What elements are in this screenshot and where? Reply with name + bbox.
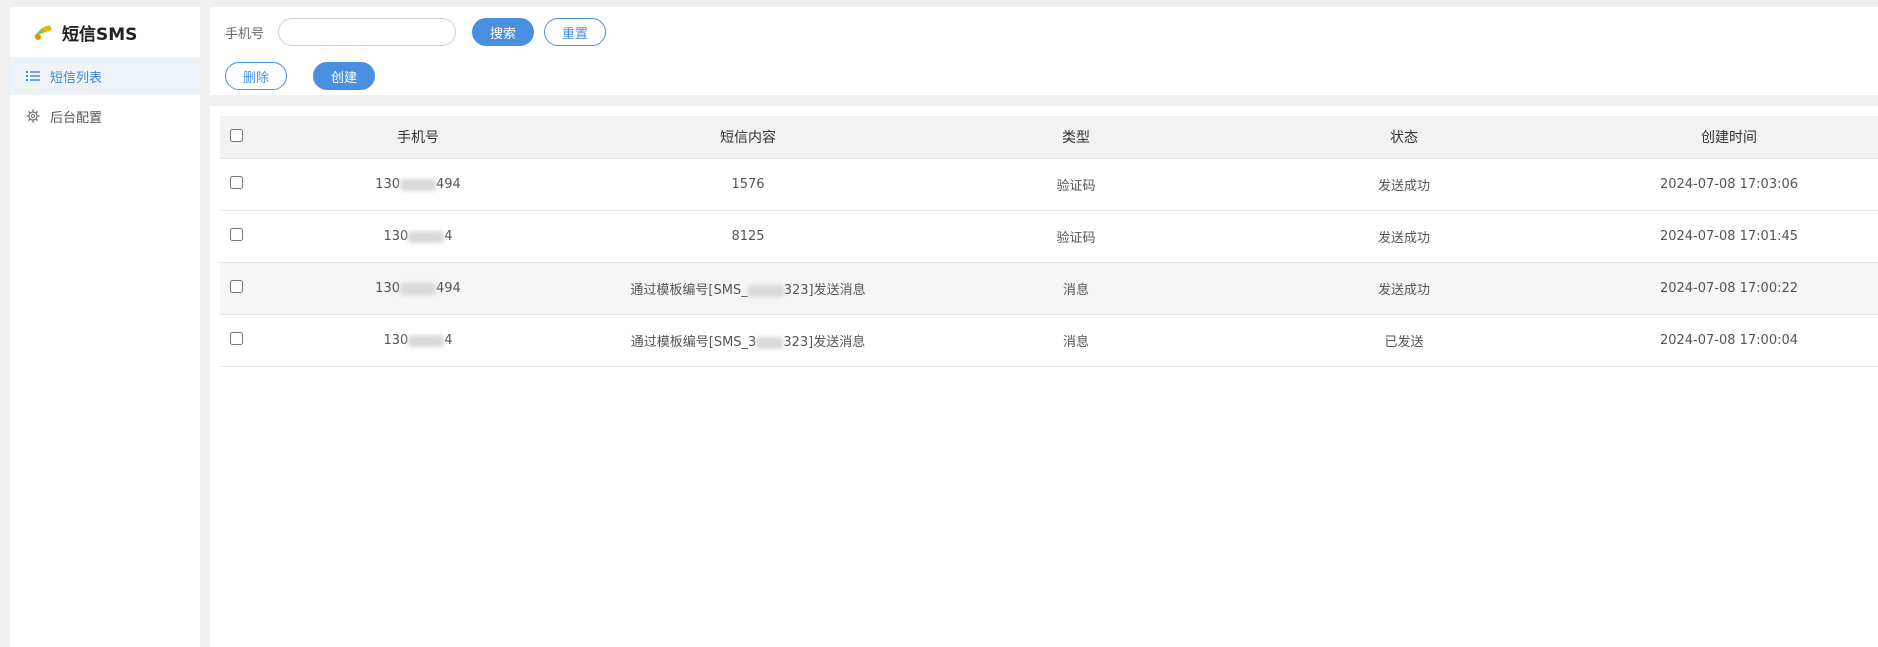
created-cell: 2024-07-08 17:00:22: [1568, 262, 1878, 315]
brand-title: 短信SMS: [62, 24, 138, 45]
gear-icon: [24, 107, 42, 125]
created-cell: 2024-07-08 17:01:45: [1568, 210, 1878, 263]
row-checkbox[interactable]: [229, 176, 243, 189]
content-cell: 8125: [584, 210, 912, 263]
row-checkbox[interactable]: [229, 332, 243, 345]
table-row[interactable]: 130 4 通过模板编号[SMS_3 323]发送消息 消息 已发送 2024-07…: [220, 314, 1878, 367]
sidebar-item-label: 短信列表: [50, 70, 103, 86]
type-cell: 验证码: [912, 210, 1240, 263]
redacted-segment: [408, 334, 445, 347]
content-cell: 1576: [584, 158, 912, 211]
create-button[interactable]: 创建: [313, 62, 375, 90]
type-cell: 验证码: [912, 158, 1240, 211]
redacted-segment: [400, 178, 436, 191]
table-header-row: 手机号 短信内容 类型 状态 创建时间: [220, 116, 1878, 159]
search-button[interactable]: 搜索: [472, 18, 535, 46]
phone-search-label: 手机号: [225, 26, 265, 42]
content-cell: 通过模板编号[SMS_ 323]发送消息: [584, 262, 912, 315]
phone-search-input[interactable]: [278, 18, 457, 46]
list-icon: [24, 67, 42, 85]
redacted-segment: [400, 282, 436, 295]
type-cell: 消息: [912, 314, 1240, 367]
phone-cell: 130 494: [252, 158, 584, 211]
row-checkbox[interactable]: [229, 228, 243, 241]
sidebar-item-backend-config[interactable]: 后台配置: [10, 97, 200, 135]
row-select-cell: [220, 262, 252, 315]
reset-button[interactable]: 重置: [544, 18, 607, 46]
select-all-cell: [220, 116, 252, 159]
created-cell: 2024-07-08 17:03:06: [1568, 158, 1878, 211]
phone-cell: 130 4: [252, 314, 584, 367]
action-row: 删除 创建: [225, 62, 375, 90]
status-cell: 发送成功: [1240, 210, 1568, 263]
sidebar: 短信SMS 短信列表 后台配置: [10, 7, 200, 647]
brand: 短信SMS: [10, 7, 200, 57]
status-cell: 发送成功: [1240, 262, 1568, 315]
table-row[interactable]: 130 4 8125 验证码 发送成功 2024-07-08 17:01:45: [220, 210, 1878, 263]
row-select-cell: [220, 314, 252, 367]
redacted-segment: [747, 284, 784, 297]
bird-logo-icon: [32, 20, 56, 44]
type-cell: 消息: [912, 262, 1240, 315]
search-row: 手机号 搜索 重置: [225, 17, 607, 47]
column-header-phone[interactable]: 手机号: [252, 116, 584, 159]
redacted-segment: [408, 230, 445, 243]
select-all-checkbox[interactable]: [229, 128, 243, 142]
phone-cell: 130 494: [252, 262, 584, 315]
phone-cell: 130 4: [252, 210, 584, 263]
column-header-status[interactable]: 状态: [1240, 116, 1568, 159]
column-header-content[interactable]: 短信内容: [584, 116, 912, 159]
column-header-created[interactable]: 创建时间: [1568, 116, 1878, 159]
sms-table: 手机号 短信内容 类型 状态 创建时间 130 494 1576 验证码 发送成功…: [220, 116, 1878, 367]
row-checkbox[interactable]: [229, 280, 243, 293]
column-header-type[interactable]: 类型: [912, 116, 1240, 159]
row-select-cell: [220, 158, 252, 211]
redacted-segment: [756, 336, 784, 349]
row-select-cell: [220, 210, 252, 263]
table-row[interactable]: 130 494 通过模板编号[SMS_ 323]发送消息 消息 发送成功 2024-…: [220, 262, 1878, 315]
delete-button[interactable]: 删除: [225, 62, 287, 90]
sidebar-item-label: 后台配置: [50, 110, 103, 126]
toolbar: 手机号 搜索 重置 删除 创建: [210, 7, 1878, 95]
content-cell: 通过模板编号[SMS_3 323]发送消息: [584, 314, 912, 367]
sidebar-item-sms-list[interactable]: 短信列表: [10, 57, 200, 95]
table-panel: 手机号 短信内容 类型 状态 创建时间 130 494 1576 验证码 发送成功…: [210, 106, 1878, 647]
status-cell: 发送成功: [1240, 158, 1568, 211]
status-cell: 已发送: [1240, 314, 1568, 367]
created-cell: 2024-07-08 17:00:04: [1568, 314, 1878, 367]
table-row[interactable]: 130 494 1576 验证码 发送成功 2024-07-08 17:03:06: [220, 158, 1878, 211]
